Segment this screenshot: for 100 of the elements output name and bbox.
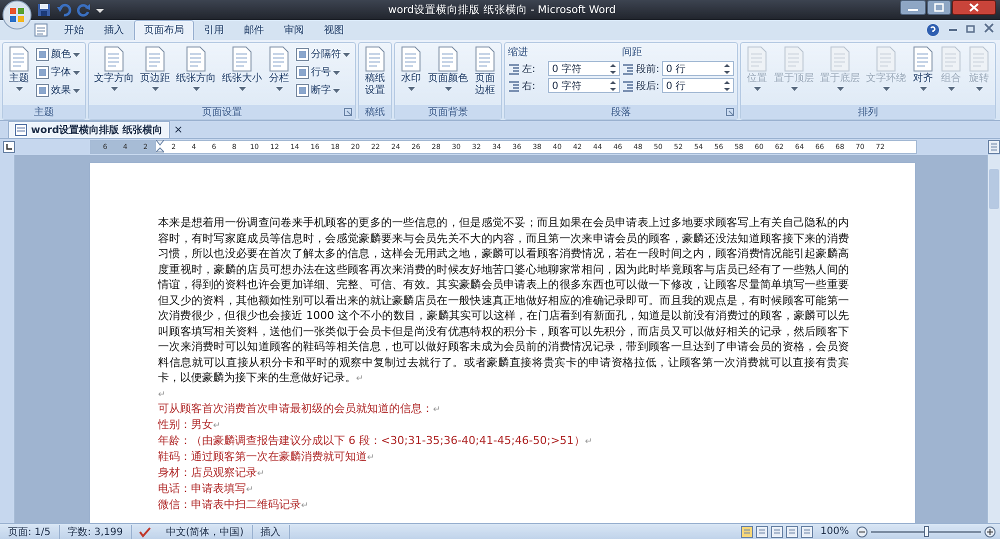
group-label: 页面背景 (428, 106, 468, 119)
square-icon (36, 66, 49, 78)
close-icon[interactable] (952, 0, 996, 15)
zoom-in-icon[interactable] (984, 526, 996, 538)
save-icon[interactable] (37, 3, 51, 17)
square-icon (36, 84, 49, 96)
status-text: 中文(简体，中国) (158, 524, 253, 538)
ribbon-button[interactable]: 纸张大小 (220, 45, 264, 92)
group-label: 页面设置 (202, 106, 242, 119)
view-icon[interactable] (756, 526, 768, 538)
dialog-launcher-icon[interactable] (726, 108, 734, 116)
section-label: 间距 (622, 46, 643, 59)
scrollbar[interactable] (987, 155, 1000, 523)
field-label: 段后: (636, 80, 660, 92)
ribbon-button[interactable]: 分隔符 (294, 46, 352, 62)
ribbon-button[interactable]: 主题 (6, 45, 32, 92)
view-icon[interactable] (801, 526, 814, 538)
caret-icon (96, 6, 104, 14)
spinner-arrows-icon (610, 80, 616, 92)
spinner-arrows-icon (610, 62, 616, 74)
ribbon-button[interactable]: 行号 (294, 64, 352, 80)
ribbon-button[interactable]: 分栏 (266, 45, 292, 92)
indent-icon (508, 80, 520, 92)
ribbon-tab[interactable]: 邮件 (234, 20, 274, 40)
restore-icon[interactable] (966, 23, 976, 33)
view-icon[interactable] (771, 526, 784, 538)
paragraph-mark: ↵ (158, 388, 167, 401)
field-label: 左: (522, 62, 536, 76)
square-icon (296, 48, 309, 60)
maximize-icon[interactable] (926, 0, 951, 15)
indent-icon (622, 62, 634, 74)
page-icon (746, 46, 768, 72)
ruler-toggle-icon[interactable] (988, 140, 1000, 154)
ribbon-button[interactable]: 颜色 (34, 46, 82, 62)
group-label: 段落 (611, 106, 631, 119)
page-icon (8, 46, 30, 72)
page-icon (875, 46, 897, 72)
indent-icon (508, 62, 520, 74)
ribbon-tab[interactable]: 视图 (314, 20, 354, 40)
tab-stop-icon[interactable] (3, 141, 15, 153)
spinner-field[interactable]: 0 行 (662, 61, 734, 76)
ribbon-button[interactable]: 对齐 (910, 45, 936, 92)
section-label: 缩进 (508, 46, 529, 59)
paragraph: 性别：男女↵ (158, 417, 222, 433)
ribbon-button[interactable]: 纸张方向 (174, 45, 218, 92)
ribbon-tab[interactable]: 页面布局 (134, 20, 194, 40)
spinner-field[interactable]: 0 字符 (548, 61, 620, 76)
ribbon-button[interactable]: 水印 (398, 45, 424, 92)
page-icon (364, 46, 386, 72)
redo-arrow-icon[interactable] (77, 3, 91, 17)
view-icon[interactable] (786, 526, 798, 538)
page-icon (783, 46, 805, 72)
ribbon-tab[interactable]: 审阅 (274, 20, 314, 40)
page-icon (268, 46, 290, 72)
document-tab[interactable]: word设置横向排版 纸张横向 (8, 121, 170, 138)
view-icon[interactable] (741, 526, 754, 538)
status-text: 插入 (252, 524, 290, 538)
status-text: 页面: 1/5 (0, 524, 60, 538)
square-icon (296, 84, 309, 96)
spinner-arrows-icon (724, 62, 730, 74)
paragraph: 电话：申请表填写↵ (158, 481, 255, 497)
group-label: 排列 (858, 106, 878, 119)
zoom-level[interactable]: 100% (820, 526, 849, 537)
field-label: 右: (522, 80, 536, 92)
ribbon-tab[interactable]: 插入 (94, 20, 134, 40)
group-label: 稿纸 (365, 106, 385, 119)
paragraph: 鞋码：通过顾客第一次在豪麟消费就可知道↵ (158, 449, 376, 465)
ribbon-tab[interactable]: 开始 (54, 20, 94, 40)
page-icon (144, 46, 166, 72)
page-icon (103, 46, 125, 72)
ribbon-button[interactable]: 页面边框 (472, 45, 498, 98)
ribbon-button[interactable]: 断字 (294, 82, 352, 98)
spinner-field[interactable]: 0 字符 (548, 78, 620, 93)
ribbon-tab[interactable]: 引用 (194, 20, 234, 40)
minimize-icon[interactable] (900, 0, 926, 15)
page-icon (231, 46, 253, 72)
undo-arrow-icon[interactable] (56, 3, 72, 17)
dialog-launcher-icon[interactable] (344, 108, 352, 116)
page-icon (400, 46, 422, 72)
group-label: 主题 (34, 106, 54, 119)
document-icon (34, 23, 48, 37)
page-icon (185, 46, 207, 72)
square-icon (36, 48, 49, 60)
indent-icon (622, 80, 634, 92)
ribbon-button[interactable]: 字体 (34, 64, 82, 80)
ribbon-button[interactable]: 稿纸设置 (362, 45, 388, 98)
zoom-slider-thumb[interactable] (924, 526, 929, 536)
page-icon (940, 46, 962, 72)
page-icon (437, 46, 459, 72)
paragraph: 可从顾客首次消费首次申请最初级的会员就知道的信息：↵ (158, 401, 442, 417)
close-button[interactable]: × (174, 123, 183, 136)
spinner-field[interactable]: 0 行 (662, 78, 734, 93)
help-icon[interactable] (926, 23, 940, 37)
ribbon-button[interactable]: 页边距 (138, 45, 172, 92)
ribbon-button[interactable]: 页面颜色 (426, 45, 470, 92)
paragraph: 微信：申请表中扫二维码记录↵ (158, 497, 310, 513)
ribbon-button[interactable]: 效果 (34, 82, 82, 98)
ribbon-button[interactable]: 文字方向 (92, 45, 136, 92)
zoom-out-icon[interactable] (856, 526, 868, 538)
spinner-arrows-icon (724, 80, 730, 92)
